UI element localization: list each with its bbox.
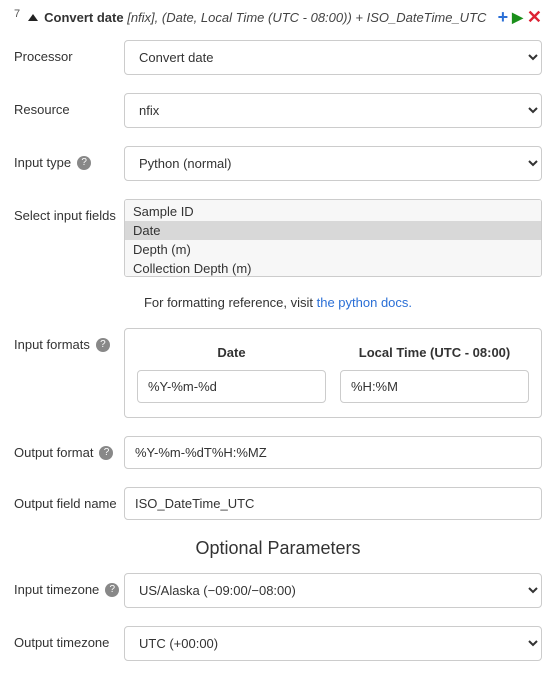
label-output-format: Output format ? <box>14 436 124 462</box>
list-item[interactable]: Date <box>125 221 541 240</box>
step-title: Convert date [nfix], (Date, Local Time (… <box>44 10 486 25</box>
python-docs-link[interactable]: the python docs. <box>317 295 412 310</box>
step-number: 7 <box>14 8 20 20</box>
step-header: 7 Convert date [nfix], (Date, Local Time… <box>14 8 542 26</box>
run-icon[interactable]: ▶ <box>512 10 523 24</box>
list-item[interactable]: Collection Depth (m) <box>125 259 541 277</box>
formatting-hint: For formatting reference, visit the pyth… <box>14 295 542 310</box>
label-select-input-fields: Select input fields <box>14 199 124 225</box>
label-output-timezone: Output timezone <box>14 626 124 652</box>
list-item[interactable]: Depth (m) <box>125 240 541 259</box>
optional-parameters-heading: Optional Parameters <box>14 538 542 559</box>
resource-select[interactable]: nfix <box>124 93 542 128</box>
help-icon[interactable]: ? <box>77 156 91 170</box>
label-output-field-name: Output field name <box>14 487 124 513</box>
input-type-select[interactable]: Python (normal) <box>124 146 542 181</box>
input-format-header-0: Date <box>137 339 326 370</box>
step-title-main: Convert date <box>44 10 123 25</box>
input-format-value-0[interactable] <box>137 370 326 403</box>
output-timezone-select[interactable]: UTC (+00:00) <box>124 626 542 661</box>
help-icon[interactable]: ? <box>105 583 119 597</box>
input-fields-listbox[interactable]: Sample IDDateDepth (m)Collection Depth (… <box>124 199 542 277</box>
step-title-detail: [nfix], (Date, Local Time (UTC - 08:00))… <box>127 10 486 25</box>
label-processor: Processor <box>14 40 124 66</box>
list-item[interactable]: Sample ID <box>125 202 541 221</box>
label-resource: Resource <box>14 93 124 119</box>
add-icon[interactable]: + <box>498 8 509 26</box>
label-input-formats: Input formats ? <box>14 328 124 354</box>
help-icon[interactable]: ? <box>99 446 113 460</box>
collapse-up-icon[interactable] <box>28 14 38 21</box>
processor-select[interactable]: Convert date <box>124 40 542 75</box>
delete-icon[interactable]: ✕ <box>527 8 542 26</box>
input-format-header-1: Local Time (UTC - 08:00) <box>340 339 529 370</box>
label-input-type: Input type ? <box>14 146 124 172</box>
label-input-timezone: Input timezone ? <box>14 573 124 599</box>
input-timezone-select[interactable]: US/Alaska (−09:00/−08:00) <box>124 573 542 608</box>
input-formats-box: Date Local Time (UTC - 08:00) <box>124 328 542 418</box>
output-format-input[interactable] <box>124 436 542 469</box>
input-format-value-1[interactable] <box>340 370 529 403</box>
help-icon[interactable]: ? <box>96 338 110 352</box>
output-field-name-input[interactable] <box>124 487 542 520</box>
